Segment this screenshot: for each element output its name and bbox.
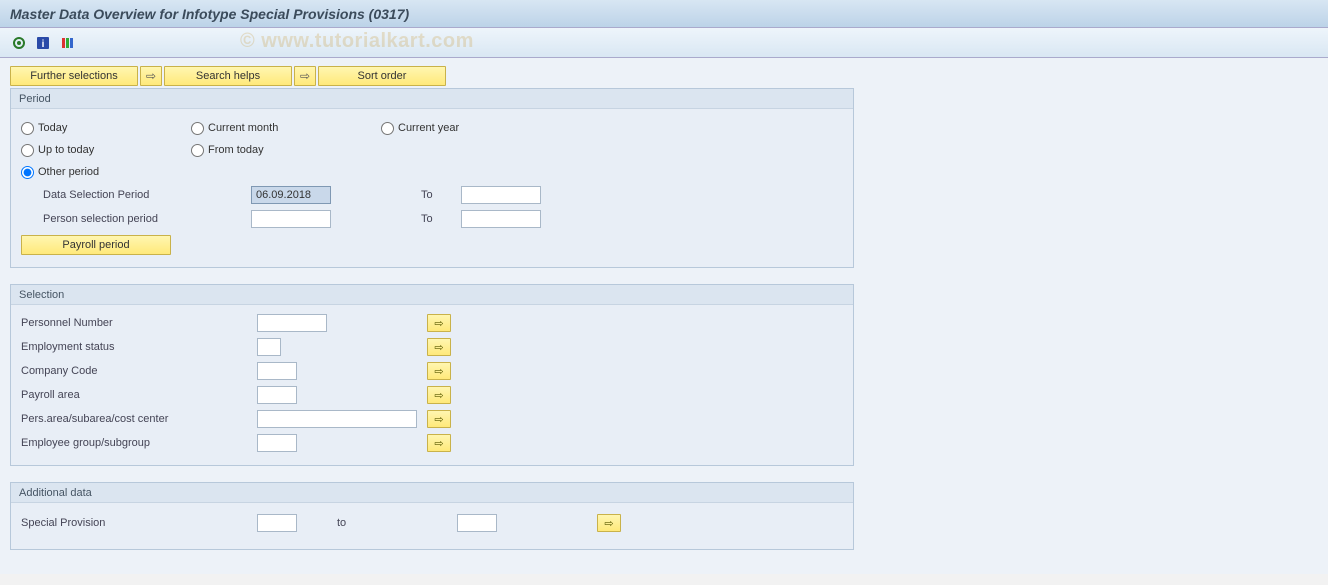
radio-current-year[interactable]: Current year (381, 122, 551, 135)
watermark-text: © www.tutorialkart.com (240, 30, 474, 53)
radio-label: Today (38, 122, 67, 134)
radio-current-month-input[interactable] (191, 122, 204, 135)
payroll-period-button[interactable]: Payroll period (21, 235, 171, 255)
selection-label: Employee group/subgroup (17, 437, 257, 449)
person-selection-period-label: Person selection period (43, 213, 251, 225)
selection-label: Employment status (17, 341, 257, 353)
special-provision-to-input[interactable] (457, 514, 497, 532)
period-group: Period Today Current month Current year (10, 88, 854, 268)
sort-order-button[interactable]: Sort order (318, 66, 446, 86)
data-selection-from-input[interactable] (251, 186, 331, 204)
app-toolbar: i © www.tutorialkart.com (0, 28, 1328, 58)
multiple-selection-icon[interactable]: ⇨ (427, 434, 451, 452)
info-icon[interactable]: i (34, 34, 52, 52)
multiple-selection-icon[interactable]: ⇨ (427, 410, 451, 428)
person-selection-from-input[interactable] (251, 210, 331, 228)
radio-label: Up to today (38, 144, 94, 156)
multiple-selection-icon[interactable]: ⇨ (427, 362, 451, 380)
data-selection-period-label: Data Selection Period (43, 189, 251, 201)
person-selection-to-input[interactable] (461, 210, 541, 228)
radio-up-to-today-input[interactable] (21, 144, 34, 157)
special-provision-from-input[interactable] (257, 514, 297, 532)
radio-current-month[interactable]: Current month (191, 122, 381, 135)
further-selections-button[interactable]: Further selections (10, 66, 138, 86)
svg-text:i: i (42, 39, 45, 50)
selection-label: Company Code (17, 365, 257, 377)
execute-icon[interactable] (10, 34, 28, 52)
company-code-input[interactable] (257, 362, 297, 380)
selection-row-pers-area: Pers.area/subarea/cost center ⇨ (17, 407, 847, 431)
pers-area-input[interactable] (257, 410, 417, 428)
to-label: To (421, 213, 461, 225)
radio-label: Current month (208, 122, 278, 134)
data-selection-to-input[interactable] (461, 186, 541, 204)
radio-other-period[interactable]: Other period (21, 166, 191, 179)
radio-label: From today (208, 144, 264, 156)
multiple-selection-icon[interactable]: ⇨ (597, 514, 621, 532)
additional-data-group: Additional data Special Provision to ⇨ (10, 482, 854, 550)
payroll-area-input[interactable] (257, 386, 297, 404)
radio-from-today[interactable]: From today (191, 144, 381, 157)
period-group-title: Period (11, 89, 853, 109)
arrow-right-icon[interactable]: ⇨ (294, 66, 316, 86)
selection-label: Pers.area/subarea/cost center (17, 413, 257, 425)
employee-group-input[interactable] (257, 434, 297, 452)
selection-row-employment-status: Employment status ⇨ (17, 335, 847, 359)
multiple-selection-icon[interactable]: ⇨ (427, 338, 451, 356)
radio-other-period-input[interactable] (21, 166, 34, 179)
radio-up-to-today[interactable]: Up to today (21, 144, 191, 157)
radio-today[interactable]: Today (21, 122, 191, 135)
selection-row-employee-group: Employee group/subgroup ⇨ (17, 431, 847, 455)
employment-status-input[interactable] (257, 338, 281, 356)
multiple-selection-icon[interactable]: ⇨ (427, 386, 451, 404)
radio-from-today-input[interactable] (191, 144, 204, 157)
radio-label: Current year (398, 122, 459, 134)
selection-label: Personnel Number (17, 317, 257, 329)
arrow-right-icon[interactable]: ⇨ (140, 66, 162, 86)
options-icon[interactable] (58, 34, 76, 52)
radio-label: Other period (38, 166, 99, 178)
selection-button-row: Further selections ⇨ Search helps ⇨ Sort… (10, 66, 1318, 86)
selection-group: Selection Personnel Number ⇨ Employment … (10, 284, 854, 466)
search-helps-button[interactable]: Search helps (164, 66, 292, 86)
to-label: To (421, 189, 461, 201)
content-area: Further selections ⇨ Search helps ⇨ Sort… (0, 58, 1328, 574)
radio-current-year-input[interactable] (381, 122, 394, 135)
selection-row-personnel-number: Personnel Number ⇨ (17, 311, 847, 335)
selection-group-title: Selection (11, 285, 853, 305)
special-provision-label: Special Provision (17, 517, 257, 529)
page-title: Master Data Overview for Infotype Specia… (10, 6, 409, 22)
additional-data-title: Additional data (11, 483, 853, 503)
to-label-lower: to (337, 517, 457, 529)
title-bar: Master Data Overview for Infotype Specia… (0, 0, 1328, 28)
radio-today-input[interactable] (21, 122, 34, 135)
selection-row-company-code: Company Code ⇨ (17, 359, 847, 383)
selection-label: Payroll area (17, 389, 257, 401)
selection-row-payroll-area: Payroll area ⇨ (17, 383, 847, 407)
multiple-selection-icon[interactable]: ⇨ (427, 314, 451, 332)
personnel-number-input[interactable] (257, 314, 327, 332)
